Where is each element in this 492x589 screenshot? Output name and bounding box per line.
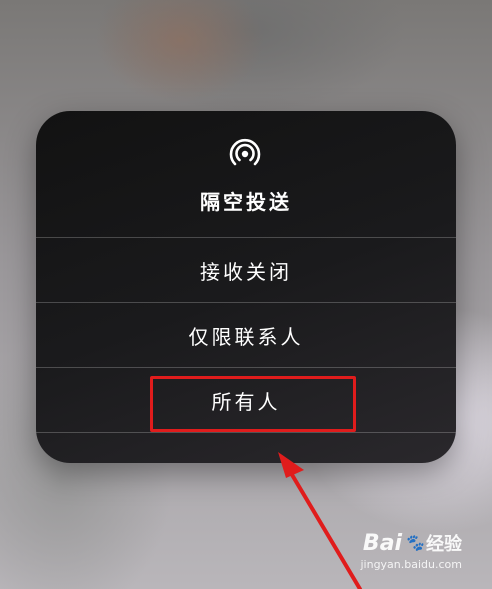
- airdrop-header: 隔空投送: [36, 111, 456, 237]
- airdrop-icon: [229, 138, 261, 166]
- airdrop-title: 隔空投送: [200, 190, 292, 214]
- option-receiving-off[interactable]: 接收关闭: [36, 237, 456, 302]
- watermark-logo: Bai 🐾 经验: [362, 531, 462, 556]
- baidu-watermark: Bai 🐾 经验 jingyan.baidu.com: [360, 530, 462, 571]
- watermark-url: jingyan.baidu.com: [360, 558, 462, 571]
- option-label: 接收关闭: [200, 259, 292, 284]
- airdrop-panel: 隔空投送 接收关闭 仅限联系人 所有人: [36, 111, 456, 463]
- option-everyone[interactable]: 所有人: [36, 367, 456, 433]
- paw-icon: 🐾: [404, 533, 424, 552]
- option-label: 仅限联系人: [188, 324, 304, 349]
- option-contacts-only[interactable]: 仅限联系人: [36, 302, 456, 367]
- option-label: 所有人: [211, 389, 281, 414]
